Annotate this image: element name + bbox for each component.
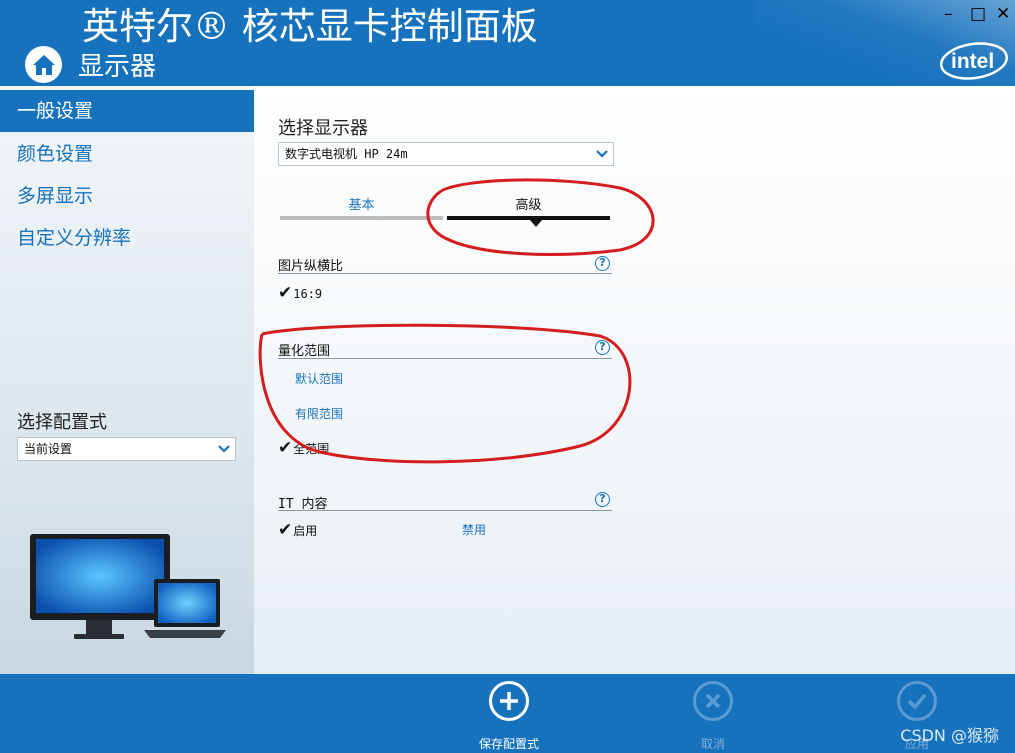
section-title: 显示器 (78, 52, 157, 82)
tab-selected-pointer (530, 220, 542, 227)
checkmark-icon: ✔ (278, 520, 293, 540)
cancel-button[interactable]: 取消 (673, 681, 753, 752)
section-divider (278, 510, 612, 511)
display-select-value: 数字式电视机 HP 24m (285, 147, 408, 161)
app-header: 英特尔® 核芯显卡控制面板 显示器 – □ ✕ intel (0, 0, 1015, 86)
section-divider (278, 358, 612, 359)
select-display-label: 选择显示器 (278, 118, 368, 139)
chevron-down-icon (218, 445, 230, 453)
tab-basic-underline (280, 216, 443, 220)
help-icon[interactable]: ? (595, 492, 610, 507)
tab-basic[interactable]: 基本 (280, 194, 443, 213)
app-title: 英特尔® 核芯显卡控制面板 (82, 5, 538, 48)
option-full-range[interactable]: ✔全范围 (278, 438, 329, 458)
checkmark-circle-icon (897, 681, 937, 721)
chevron-down-icon (596, 150, 608, 158)
maximize-button[interactable]: □ (970, 6, 986, 23)
cancel-label: 取消 (700, 737, 725, 751)
tab-advanced[interactable]: 高级 (447, 194, 610, 213)
profile-select-value: 当前设置 (24, 442, 73, 456)
intel-logo-text: intel (951, 50, 994, 73)
intel-logo: intel (939, 42, 1009, 80)
home-button[interactable] (25, 46, 62, 83)
option-limited-range[interactable]: 有限范围 (295, 405, 343, 422)
csdn-watermark: CSDN @猴猕 (900, 726, 999, 745)
option-default-range[interactable]: 默认范围 (295, 370, 343, 387)
close-button[interactable]: ✕ (996, 6, 1010, 23)
aspect-ratio-title: 图片纵横比 (278, 259, 344, 274)
sidebar: 一般设置 颜色设置 多屏显示 自定义分辨率 选择配置式 当前设置 (0, 86, 254, 674)
help-icon[interactable]: ? (595, 340, 610, 355)
tab-advanced-underline (447, 216, 610, 220)
footer-toolbar: 保存配置式 取消 应用 CSDN @猴猕 (0, 674, 1015, 753)
save-profile-button[interactable]: 保存配置式 (469, 681, 549, 752)
monitor-laptop-illustration (30, 534, 226, 639)
main-panel: 选择显示器 数字式电视机 HP 24m 基本 高级 图片纵横比 ? ✔16:9 … (254, 86, 1015, 674)
plus-icon (489, 681, 529, 721)
aspect-ratio-value: ✔16:9 (278, 283, 323, 303)
home-icon (32, 54, 55, 75)
sidebar-item-multi-display[interactable]: 多屏显示 (0, 175, 254, 217)
section-divider (278, 273, 612, 274)
checkmark-icon: ✔ (278, 438, 293, 458)
display-select[interactable]: 数字式电视机 HP 24m (278, 142, 614, 166)
option-enable[interactable]: ✔启用 (278, 520, 317, 540)
option-disable[interactable]: 禁用 (462, 521, 486, 538)
profile-label: 选择配置式 (17, 412, 107, 433)
help-icon[interactable]: ? (595, 256, 610, 271)
sidebar-item-color-settings[interactable]: 颜色设置 (0, 133, 254, 175)
quantization-range-title: 量化范围 (278, 344, 331, 359)
save-profile-label: 保存配置式 (478, 737, 539, 751)
profile-select[interactable]: 当前设置 (17, 437, 236, 461)
sidebar-item-general-settings[interactable]: 一般设置 (0, 90, 254, 132)
x-icon (693, 681, 733, 721)
sidebar-item-custom-resolution[interactable]: 自定义分辨率 (0, 217, 254, 259)
minimize-button[interactable]: – (944, 6, 953, 23)
checkmark-icon: ✔ (278, 283, 293, 303)
